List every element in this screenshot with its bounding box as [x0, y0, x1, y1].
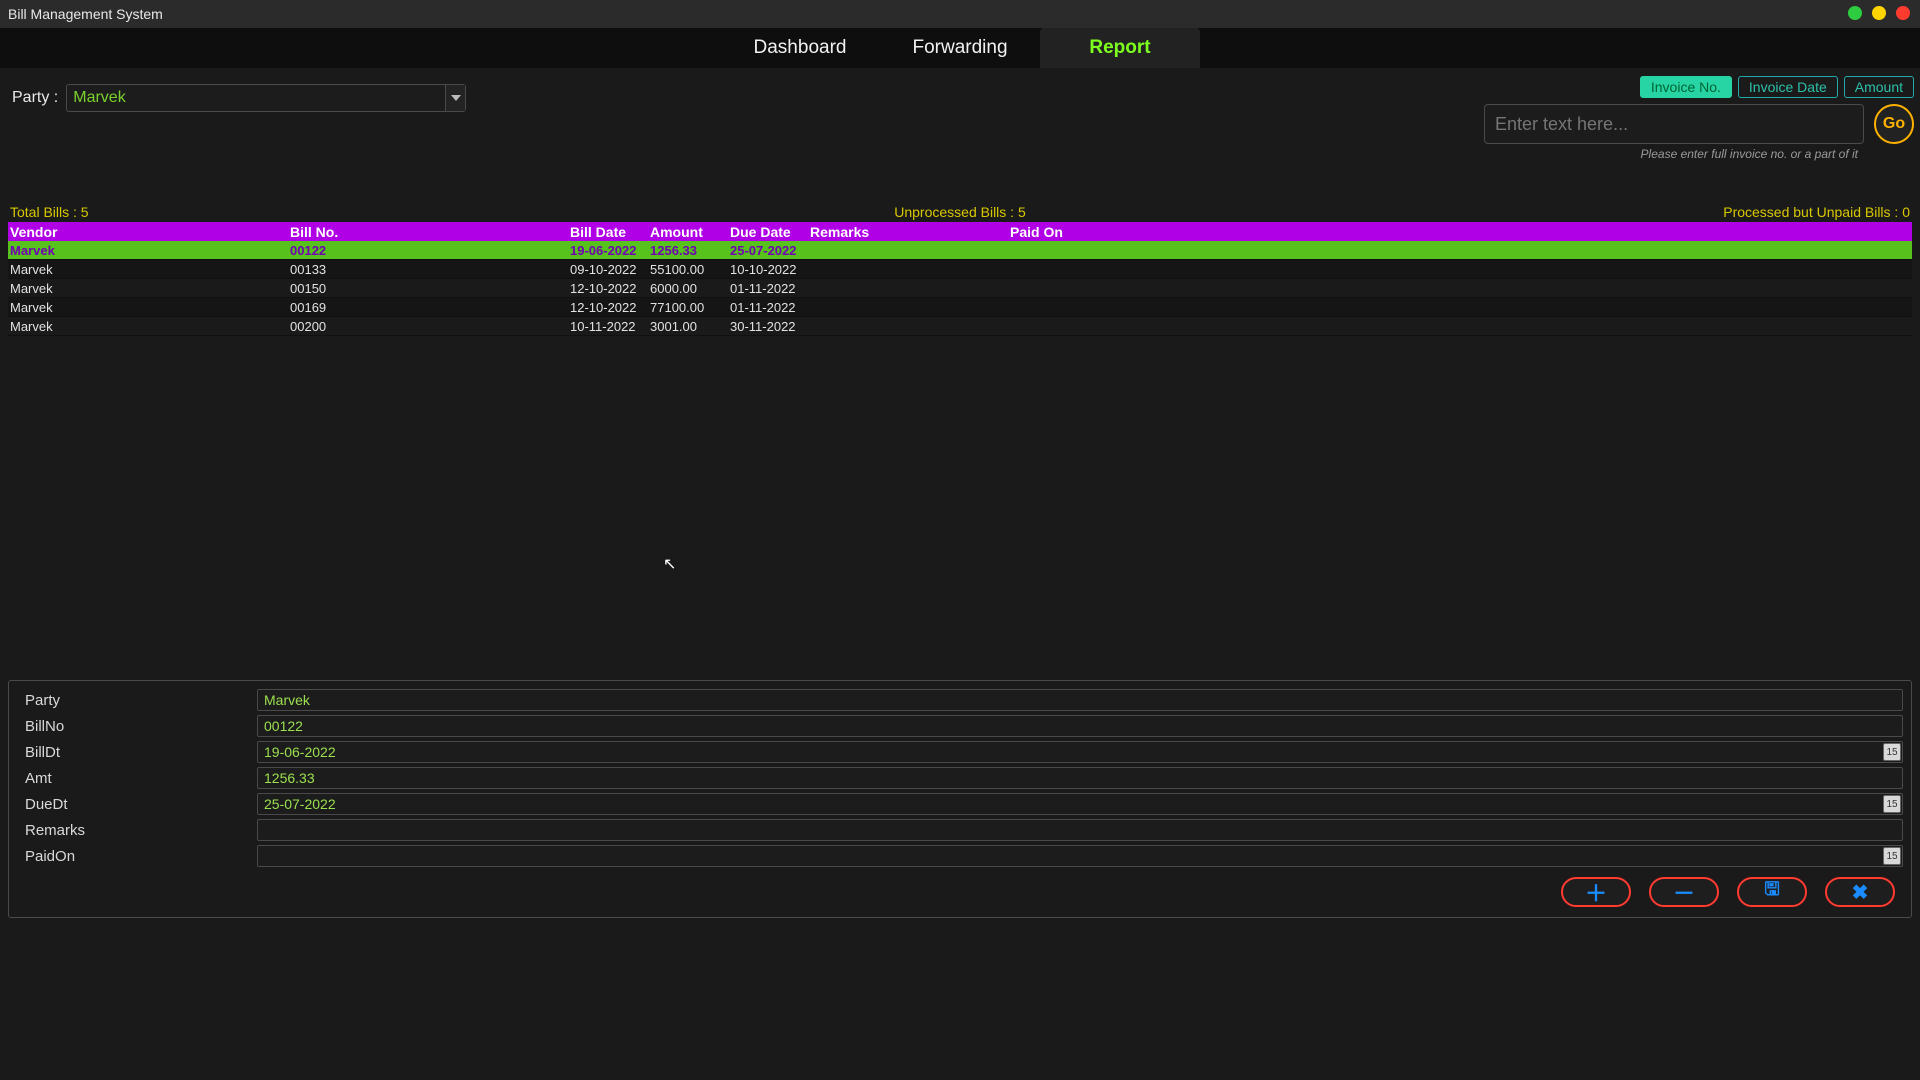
- remove-button[interactable]: －: [1649, 877, 1719, 907]
- cell-duedate: 01-11-2022: [728, 300, 808, 315]
- summary-processed-unpaid: Processed but Unpaid Bills : 0: [1723, 204, 1910, 220]
- table-row[interactable]: Marvek0016912-10-202277100.0001-11-2022: [8, 298, 1912, 317]
- main-tabs: Dashboard Forwarding Report: [0, 28, 1920, 68]
- save-icon: 🖫: [1764, 877, 1779, 907]
- label-amt: Amt: [17, 770, 257, 787]
- calendar-icon[interactable]: 15: [1883, 795, 1901, 813]
- label-party: Party: [17, 692, 257, 709]
- field-paidon[interactable]: [257, 845, 1903, 867]
- tab-dashboard[interactable]: Dashboard: [720, 28, 880, 68]
- summary-unprocessed: Unprocessed Bills : 5: [894, 204, 1026, 220]
- party-select-chevron[interactable]: [445, 85, 465, 111]
- cell-billdate: 12-10-2022: [568, 281, 648, 296]
- window-title: Bill Management System: [8, 6, 163, 22]
- field-duedt[interactable]: [257, 793, 1903, 815]
- label-duedt: DueDt: [17, 796, 257, 813]
- save-button[interactable]: 🖫: [1737, 877, 1807, 907]
- go-button[interactable]: Go: [1874, 104, 1914, 144]
- plus-icon: ＋: [1585, 876, 1607, 908]
- form-action-row: ＋ － 🖫 ✖: [17, 877, 1903, 907]
- label-billno: BillNo: [17, 718, 257, 735]
- search-hint: Please enter full invoice no. or a part …: [1484, 147, 1858, 161]
- cell-billdate: 10-11-2022: [568, 319, 648, 334]
- grid-header-row: Vendor Bill No. Bill Date Amount Due Dat…: [8, 222, 1912, 241]
- cell-billno: 00200: [288, 319, 568, 334]
- summary-row: Total Bills : 5 Unprocessed Bills : 5 Pr…: [8, 204, 1912, 220]
- cell-billdate: 19-06-2022: [568, 243, 648, 258]
- col-billdate[interactable]: Bill Date: [568, 224, 648, 240]
- party-label: Party :: [12, 89, 58, 107]
- field-remarks[interactable]: [257, 819, 1903, 841]
- col-amount[interactable]: Amount: [648, 224, 728, 240]
- cell-vendor: Marvek: [8, 243, 288, 258]
- minus-icon: －: [1673, 876, 1695, 908]
- cell-billdate: 12-10-2022: [568, 300, 648, 315]
- tab-report[interactable]: Report: [1040, 28, 1200, 68]
- cell-billno: 00169: [288, 300, 568, 315]
- cell-amount: 77100.00: [648, 300, 728, 315]
- cell-billno: 00150: [288, 281, 568, 296]
- col-billno[interactable]: Bill No.: [288, 224, 568, 240]
- cell-billno: 00122: [288, 243, 568, 258]
- cell-amount: 3001.00: [648, 319, 728, 334]
- cell-amount: 6000.00: [648, 281, 728, 296]
- cell-vendor: Marvek: [8, 262, 288, 277]
- tab-forwarding[interactable]: Forwarding: [880, 28, 1040, 68]
- search-input[interactable]: [1484, 104, 1864, 144]
- calendar-icon[interactable]: 15: [1883, 847, 1901, 865]
- table-row[interactable]: Marvek0012219-06-20221256.3325-07-2022: [8, 241, 1912, 260]
- cell-amount: 55100.00: [648, 262, 728, 277]
- party-select-value: Marvek: [67, 89, 445, 107]
- label-billdt: BillDt: [17, 744, 257, 761]
- col-remarks[interactable]: Remarks: [808, 224, 1008, 240]
- close-dot[interactable]: [1896, 6, 1910, 20]
- search-area: Invoice No. Invoice Date Amount Go Pleas…: [1484, 76, 1914, 161]
- cell-vendor: Marvek: [8, 281, 288, 296]
- cell-vendor: Marvek: [8, 319, 288, 334]
- minimize-dot[interactable]: [1848, 6, 1862, 20]
- field-billdt[interactable]: [257, 741, 1903, 763]
- search-filter-amount[interactable]: Amount: [1844, 76, 1914, 98]
- label-remarks: Remarks: [17, 822, 257, 839]
- party-select[interactable]: Marvek: [66, 84, 466, 112]
- cell-amount: 1256.33: [648, 243, 728, 258]
- cell-vendor: Marvek: [8, 300, 288, 315]
- search-filter-invoice-date[interactable]: Invoice Date: [1738, 76, 1838, 98]
- close-icon: ✖: [1852, 880, 1869, 905]
- add-button[interactable]: ＋: [1561, 877, 1631, 907]
- cell-duedate: 10-10-2022: [728, 262, 808, 277]
- window-controls: [1848, 6, 1910, 20]
- table-row[interactable]: Marvek0013309-10-202255100.0010-10-2022: [8, 260, 1912, 279]
- titlebar: Bill Management System: [0, 0, 1920, 28]
- content-area: Party : Marvek Invoice No. Invoice Date …: [0, 68, 1920, 926]
- search-filter-tabs: Invoice No. Invoice Date Amount: [1484, 76, 1914, 98]
- col-paidon[interactable]: Paid On: [1008, 224, 1108, 240]
- field-billno[interactable]: [257, 715, 1903, 737]
- bills-grid: Vendor Bill No. Bill Date Amount Due Dat…: [8, 220, 1912, 660]
- summary-total: Total Bills : 5: [10, 204, 89, 220]
- grid-body: Marvek0012219-06-20221256.3325-07-2022Ma…: [8, 241, 1912, 541]
- cell-duedate: 01-11-2022: [728, 281, 808, 296]
- cell-duedate: 25-07-2022: [728, 243, 808, 258]
- cell-duedate: 30-11-2022: [728, 319, 808, 334]
- cell-billdate: 09-10-2022: [568, 262, 648, 277]
- label-paidon: PaidOn: [17, 848, 257, 865]
- cursor-icon: ↖: [663, 554, 676, 574]
- maximize-dot[interactable]: [1872, 6, 1886, 20]
- field-party[interactable]: [257, 689, 1903, 711]
- detail-form: Party BillNo BillDt 15 Amt DueDt 15 R: [8, 680, 1912, 918]
- field-amt[interactable]: [257, 767, 1903, 789]
- table-row[interactable]: Marvek0020010-11-20223001.0030-11-2022: [8, 317, 1912, 336]
- col-vendor[interactable]: Vendor: [8, 224, 288, 240]
- table-row[interactable]: Marvek0015012-10-20226000.0001-11-2022: [8, 279, 1912, 298]
- calendar-icon[interactable]: 15: [1883, 743, 1901, 761]
- search-filter-invoice-no[interactable]: Invoice No.: [1640, 76, 1732, 98]
- chevron-down-icon: [451, 95, 461, 101]
- col-duedate[interactable]: Due Date: [728, 224, 808, 240]
- cell-billno: 00133: [288, 262, 568, 277]
- cancel-button[interactable]: ✖: [1825, 877, 1895, 907]
